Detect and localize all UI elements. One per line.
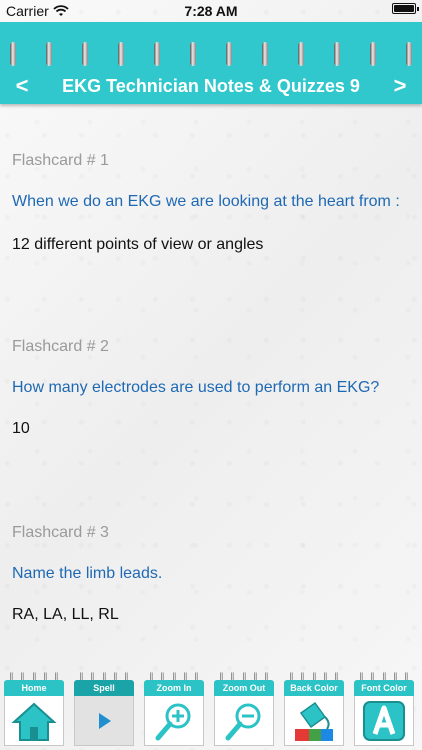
flashcard-question: How many electrodes are used to perform …	[12, 379, 380, 396]
ring-icon	[370, 42, 376, 66]
zoom-out-icon-box	[214, 696, 274, 746]
zoom-out-icon	[225, 703, 261, 740]
flashcard: Flashcard # 2 How many electrodes are us…	[12, 338, 414, 439]
flashcard: Flashcard # 1 When we do an EKG we are l…	[12, 152, 414, 255]
home-icon	[11, 702, 57, 741]
flashcard-list[interactable]: Flashcard # 1 When we do an EKG we are l…	[12, 104, 414, 664]
ring-icon	[298, 42, 304, 66]
bottom-toolbar: Home Spell Zoom In Zoom Out Back Color F…	[0, 664, 422, 750]
status-right	[392, 3, 419, 14]
flashcard-number: Flashcard # 2	[12, 338, 109, 355]
zoom-in-icon	[155, 703, 191, 740]
ring-icon	[334, 42, 340, 66]
zoom-in-icon-box	[144, 696, 204, 746]
flashcard-answer: 12 different points of view or angles	[12, 236, 264, 253]
letter-a-icon	[363, 700, 405, 741]
spell-icon-box	[74, 696, 134, 746]
flashcard: Flashcard # 3 Name the limb leads. RA, L…	[12, 524, 414, 625]
status-bar: Carrier 7:28 AM	[0, 0, 422, 22]
spell-button[interactable]: Spell	[72, 670, 136, 748]
ring-icon	[154, 42, 160, 66]
play-icon	[99, 712, 111, 729]
flashcard-answer: RA, LA, LL, RL	[12, 606, 119, 623]
back-color-button[interactable]: Back Color	[282, 670, 346, 748]
ring-icon	[226, 42, 232, 66]
ring-icon	[118, 42, 124, 66]
battery-icon	[392, 3, 419, 14]
flashcard-number: Flashcard # 3	[12, 524, 109, 541]
notebook-header: < EKG Technician Notes & Quizzes 9 >	[0, 22, 422, 104]
page-title: EKG Technician Notes & Quizzes 9	[62, 76, 360, 96]
status-time: 7:28 AM	[184, 3, 238, 19]
font-color-label: Font Color	[354, 680, 414, 696]
back-color-label: Back Color	[284, 680, 344, 696]
font-color-button[interactable]: Font Color	[352, 670, 416, 748]
font-color-icon-box	[354, 696, 414, 746]
flashcard-question: Name the limb leads.	[12, 565, 163, 582]
zoom-out-label: Zoom Out	[214, 680, 274, 696]
zoom-in-button[interactable]: Zoom In	[142, 670, 206, 748]
ring-icon	[46, 42, 52, 66]
spell-label: Spell	[74, 680, 134, 696]
spiral-rings	[0, 42, 422, 68]
zoom-out-button[interactable]: Zoom Out	[212, 670, 276, 748]
flashcard-answer: 10	[12, 420, 30, 437]
flashcard-number: Flashcard # 1	[12, 152, 109, 169]
home-button[interactable]: Home	[2, 670, 66, 748]
zoom-in-label: Zoom In	[144, 680, 204, 696]
next-button[interactable]: >	[384, 72, 416, 100]
ring-icon	[10, 42, 16, 66]
home-icon-box	[4, 696, 64, 746]
ring-icon	[190, 42, 196, 66]
ring-icon	[406, 42, 412, 66]
paint-bucket-icon	[295, 701, 333, 741]
home-label: Home	[4, 680, 64, 696]
back-color-icon-box	[284, 696, 344, 746]
ring-icon	[82, 42, 88, 66]
flashcard-question: When we do an EKG we are looking at the …	[12, 193, 400, 210]
ring-icon	[262, 42, 268, 66]
